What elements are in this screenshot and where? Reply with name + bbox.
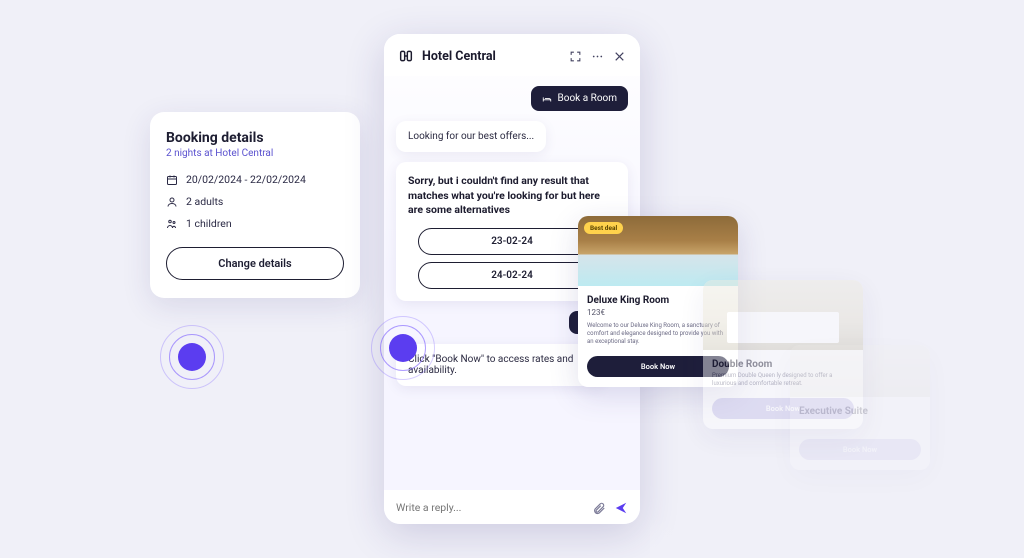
booking-dates-row: 20/02/2024 - 22/02/2024 xyxy=(166,173,344,186)
book-now-button[interactable]: Book Now xyxy=(799,439,921,460)
booking-children: 1 children xyxy=(186,217,232,230)
booking-adults: 2 adults xyxy=(186,195,223,208)
highlight-pulse-change xyxy=(178,343,206,371)
chat-input-bar xyxy=(384,490,640,524)
user-message: Book a Room xyxy=(531,86,628,111)
send-icon[interactable] xyxy=(614,500,628,514)
booking-adults-row: 2 adults xyxy=(166,195,344,208)
person-icon xyxy=(166,196,178,208)
bed-icon xyxy=(542,94,552,104)
room-name: Executive Suite xyxy=(799,406,921,417)
user-message-text: Book a Room xyxy=(558,93,617,104)
reply-input[interactable] xyxy=(396,501,584,514)
alternatives-title: Sorry, but i couldn't find any result th… xyxy=(408,174,616,218)
fade-overlay xyxy=(650,518,970,558)
booking-details-card: Booking details 2 nights at Hotel Centra… xyxy=(150,112,360,298)
calendar-icon xyxy=(166,174,178,186)
chat-title: Hotel Central xyxy=(422,49,561,64)
family-icon xyxy=(166,218,178,230)
hotel-logo-icon xyxy=(398,48,414,64)
room-image xyxy=(790,345,930,397)
attachment-icon[interactable] xyxy=(592,500,606,514)
close-icon[interactable] xyxy=(613,50,626,63)
booking-dates: 20/02/2024 - 22/02/2024 xyxy=(186,173,306,186)
room-description xyxy=(799,419,921,429)
bot-message: Looking for our best offers... xyxy=(396,121,546,152)
options-icon[interactable] xyxy=(591,50,604,63)
booking-title: Booking details xyxy=(166,130,344,146)
booking-children-row: 1 children xyxy=(166,217,344,230)
chat-header: Hotel Central xyxy=(384,34,640,76)
highlight-pulse-date xyxy=(389,334,417,362)
room-image xyxy=(703,280,863,350)
change-details-button[interactable]: Change details xyxy=(166,247,344,280)
best-deal-badge: Best deal xyxy=(584,222,623,234)
booking-subtitle: 2 nights at Hotel Central xyxy=(166,148,344,159)
room-image: Best deal xyxy=(578,216,738,286)
room-card-suite: Executive Suite Book Now xyxy=(790,345,930,470)
expand-icon[interactable] xyxy=(569,50,582,63)
